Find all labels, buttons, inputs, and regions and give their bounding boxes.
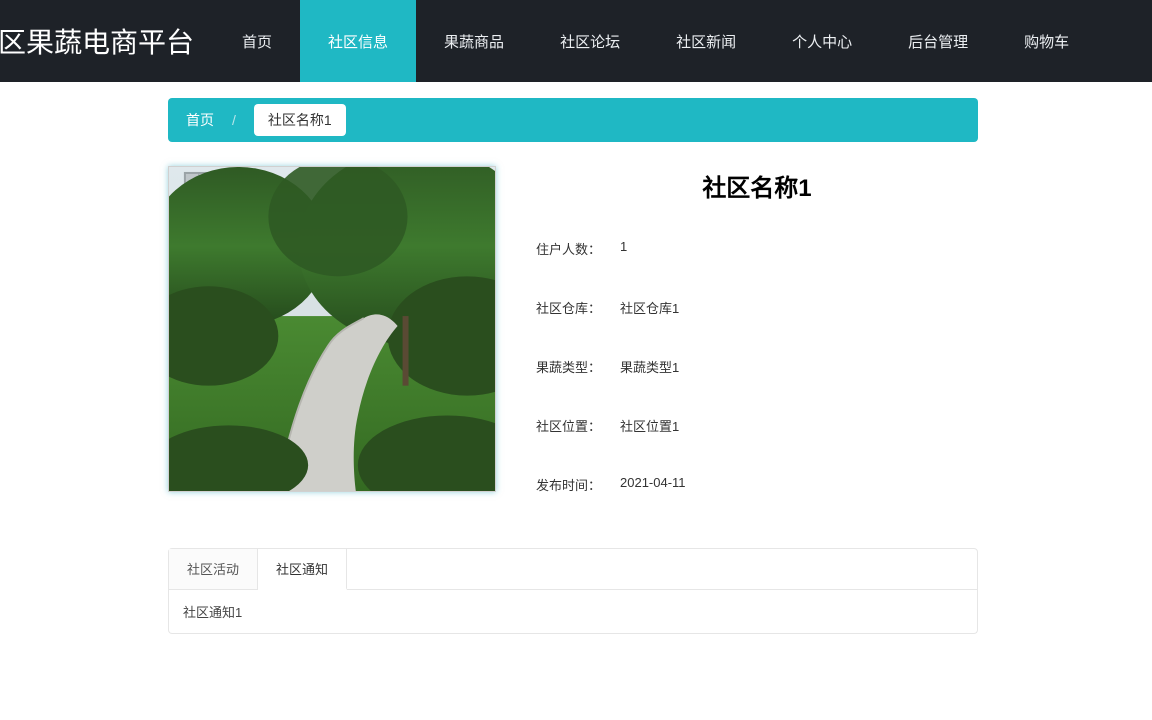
info-row-2: 果蔬类型：果蔬类型1 xyxy=(536,357,978,376)
info-label: 发布时间： xyxy=(536,475,620,494)
breadcrumb: 首页 / 社区名称1 xyxy=(168,98,978,142)
info-row-4: 发布时间：2021-04-11 xyxy=(536,475,978,494)
info-row-1: 社区仓库：社区仓库1 xyxy=(536,298,978,317)
page-container: 首页 / 社区名称1 xyxy=(168,82,978,634)
community-image-box xyxy=(168,166,496,492)
top-navbar: 社区果蔬电商平台 首页社区信息果蔬商品社区论坛社区新闻个人中心后台管理购物车 xyxy=(0,0,1152,82)
tab-0[interactable]: 社区活动 xyxy=(169,549,258,589)
breadcrumb-current: 社区名称1 xyxy=(254,104,346,136)
info-value: 2021-04-11 xyxy=(620,475,686,494)
tab-1[interactable]: 社区通知 xyxy=(258,549,347,590)
info-row-3: 社区位置：社区位置1 xyxy=(536,416,978,435)
nav-item-0[interactable]: 首页 xyxy=(214,0,300,82)
breadcrumb-separator: / xyxy=(232,112,236,128)
nav-items: 首页社区信息果蔬商品社区论坛社区新闻个人中心后台管理购物车 xyxy=(214,0,1152,82)
info-column: 社区名称1 住户人数：1 社区仓库：社区仓库1 果蔬类型：果蔬类型1 社区位置：社区位… xyxy=(496,166,978,534)
nav-item-4[interactable]: 社区新闻 xyxy=(648,0,764,82)
nav-item-3[interactable]: 社区论坛 xyxy=(532,0,648,82)
nav-item-6[interactable]: 后台管理 xyxy=(880,0,996,82)
tabs-bar: 社区活动社区通知 xyxy=(168,548,978,590)
breadcrumb-home[interactable]: 首页 xyxy=(186,110,214,130)
info-row-0: 住户人数：1 xyxy=(536,239,978,258)
nav-item-7[interactable]: 购物车 xyxy=(996,0,1097,82)
info-label: 果蔬类型： xyxy=(536,357,620,376)
info-value: 1 xyxy=(620,239,627,258)
info-label: 社区仓库： xyxy=(536,298,620,317)
nav-item-1[interactable]: 社区信息 xyxy=(300,0,416,82)
info-value: 果蔬类型1 xyxy=(620,357,679,376)
detail-row: 社区名称1 住户人数：1 社区仓库：社区仓库1 果蔬类型：果蔬类型1 社区位置：社区位… xyxy=(168,166,978,534)
info-label: 住户人数： xyxy=(536,239,620,258)
nav-item-2[interactable]: 果蔬商品 xyxy=(416,0,532,82)
info-label: 社区位置： xyxy=(536,416,620,435)
brand-title: 社区果蔬电商平台 xyxy=(0,0,214,82)
info-value: 社区位置1 xyxy=(620,416,679,435)
nav-item-5[interactable]: 个人中心 xyxy=(764,0,880,82)
community-image xyxy=(169,167,495,491)
info-value: 社区仓库1 xyxy=(620,298,679,317)
tab-content: 社区通知1 xyxy=(168,590,978,634)
community-title: 社区名称1 xyxy=(536,168,978,203)
